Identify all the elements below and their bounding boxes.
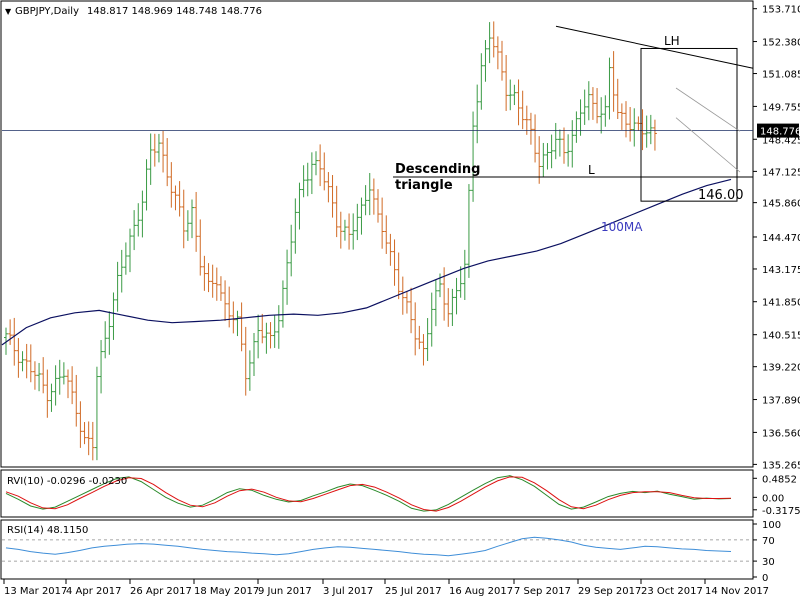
y-tick-label: 143.175 bbox=[762, 265, 800, 276]
rsi-y-axis: 100 70 30 0 bbox=[753, 520, 781, 584]
x-tick-label: 3 Jul 2017 bbox=[323, 586, 373, 597]
y-tick-label: 145.860 bbox=[762, 199, 800, 210]
x-tick-label: 7 Sep 2017 bbox=[514, 586, 571, 597]
x-tick-label: 16 Aug 2017 bbox=[449, 586, 513, 597]
rvi-title: RVI(10) -0.0296 -0.0230 bbox=[7, 476, 127, 487]
rvi-tick-label: 0.4852 bbox=[762, 474, 797, 485]
ma-label: 100MA bbox=[601, 220, 643, 234]
rvi-y-axis: 0.4852 0.00 -0.3175 bbox=[753, 474, 800, 517]
y-tick-label: 144.470 bbox=[762, 233, 800, 244]
rsi-tick-label: 0 bbox=[762, 573, 768, 584]
y-tick-label: 151.085 bbox=[762, 70, 800, 81]
y-tick-label: 135.265 bbox=[762, 460, 800, 471]
chart-svg: 148.776 ▼ GBPJPY,Daily 148.817 148.969 1… bbox=[0, 0, 800, 597]
target-label: 146.00 bbox=[698, 188, 744, 203]
pattern-title-line1: Descending bbox=[395, 162, 480, 177]
ohlc-readout: 148.817 148.969 148.748 148.776 bbox=[87, 6, 262, 17]
y-tick-label: 149.755 bbox=[762, 102, 800, 113]
y-tick-label: 141.850 bbox=[762, 298, 800, 309]
x-tick-label: 9 Jun 2017 bbox=[258, 586, 312, 597]
y-tick-label: 140.515 bbox=[762, 331, 800, 342]
y-tick-label: 148.425 bbox=[762, 135, 800, 146]
chart-title: GBPJPY,Daily bbox=[15, 6, 79, 17]
rvi-tick-label: -0.3175 bbox=[762, 506, 800, 517]
lower-high-label: LH bbox=[664, 34, 680, 48]
x-tick-label: 14 Nov 2017 bbox=[705, 586, 769, 597]
time-axis: 13 Mar 20174 Apr 2017 26 Apr 2017 18 May 2… bbox=[3, 579, 769, 597]
main-y-axis: 153.710 152.380 151.085 149.755 148.425 147.1… bbox=[753, 5, 800, 471]
y-tick-label: 152.380 bbox=[762, 38, 800, 49]
low-label: L bbox=[588, 163, 595, 177]
symbol-icon: ▼ bbox=[5, 7, 12, 16]
y-tick-label: 153.710 bbox=[762, 5, 800, 16]
rvi-tick-label: 0.00 bbox=[762, 493, 784, 504]
y-tick-label: 139.220 bbox=[762, 363, 800, 374]
rsi-title: RSI(14) 48.1150 bbox=[7, 525, 88, 536]
x-tick-label: 23 Oct 2017 bbox=[641, 586, 703, 597]
y-tick-label: 137.890 bbox=[762, 396, 800, 407]
x-tick-label: 18 May 2017 bbox=[194, 586, 259, 597]
pattern-title-line2: triangle bbox=[395, 178, 453, 193]
y-tick-label: 147.125 bbox=[762, 167, 800, 178]
main-panel-frame bbox=[0, 0, 754, 468]
rsi-tick-label: 30 bbox=[762, 557, 775, 568]
rsi-tick-label: 100 bbox=[762, 520, 781, 531]
x-tick-label: 13 Mar 2017 bbox=[4, 586, 67, 597]
x-tick-label: 26 Apr 2017 bbox=[130, 586, 192, 597]
x-tick-label: 29 Sep 2017 bbox=[578, 586, 641, 597]
y-tick-label: 136.560 bbox=[762, 428, 800, 439]
x-tick-label: 25 Jul 2017 bbox=[385, 586, 442, 597]
rsi-tick-label: 70 bbox=[762, 536, 775, 547]
x-tick-label: 4 Apr 2017 bbox=[66, 586, 121, 597]
